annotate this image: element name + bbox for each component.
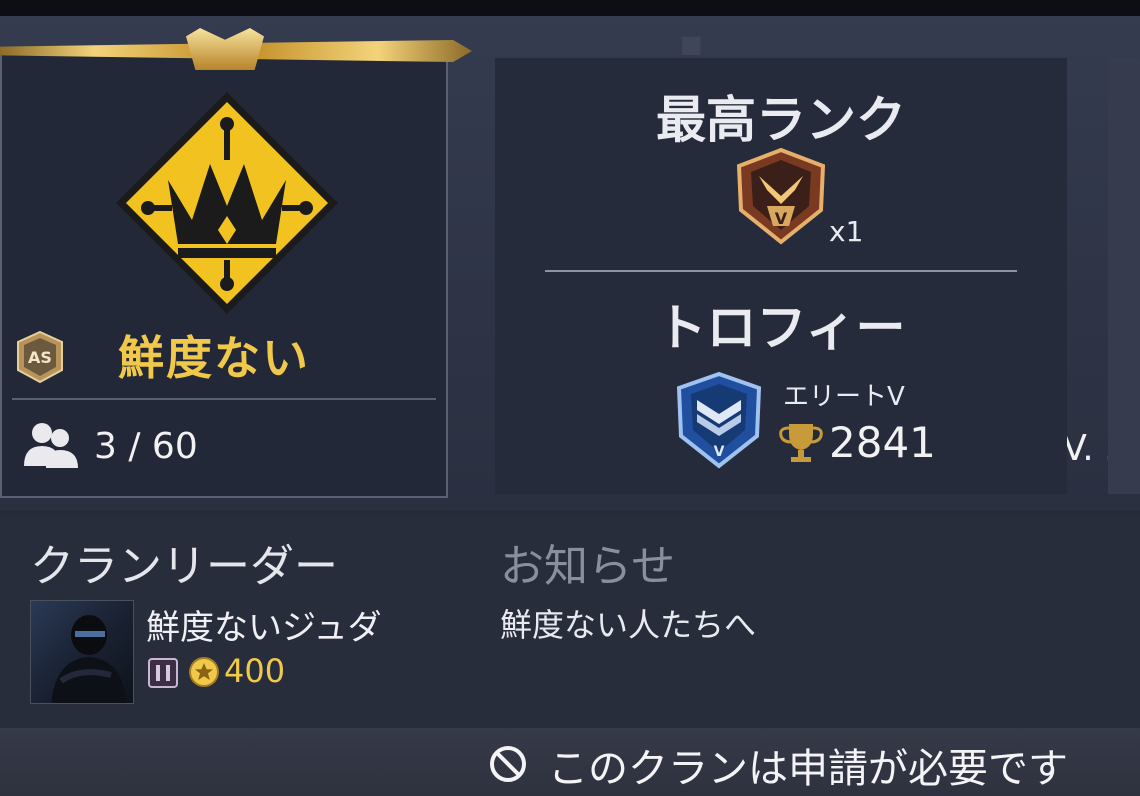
as-rank-badge-icon: AS [17, 330, 63, 384]
clan-name: 鮮度ない [118, 331, 310, 385]
notice-heading: お知らせ [500, 541, 676, 592]
member-count: 3 / 60 [94, 426, 198, 467]
coin-icon [189, 657, 219, 687]
leader-rank-icon [148, 658, 178, 688]
notice-text: 鮮度ない人たちへ [500, 606, 757, 644]
leader-heading: クランリーダー [30, 541, 338, 592]
highest-rank-title: 最高ランク [656, 91, 906, 149]
members-icon [24, 423, 78, 468]
svg-text:V: V [714, 444, 725, 460]
highest-rank-count: x1 [829, 215, 864, 248]
divider [545, 270, 1017, 272]
highest-rank-badge-icon: V [736, 147, 826, 245]
leader-portrait-icon [51, 615, 127, 703]
divider [12, 398, 436, 400]
leader-points: 400 [224, 652, 286, 690]
prohibited-icon [490, 746, 526, 782]
trophy-tier-label: エリートV [783, 382, 905, 412]
svg-text:AS: AS [28, 348, 52, 367]
rank-panel: 最高ランク V x1 トロフィー V エリートV 2841 [495, 58, 1067, 494]
trophy-cup-icon [779, 424, 823, 462]
side-panel-edge [1108, 58, 1140, 494]
trophy-title: トロフィー [656, 299, 906, 357]
svg-text:V: V [775, 209, 788, 228]
clan-crown-emblem-icon [116, 92, 338, 314]
elite-rank-badge-icon: V [676, 371, 762, 469]
trophy-count: 2841 [829, 418, 936, 467]
application-required-notice: このクランは申請が必要です [548, 746, 1068, 792]
leader-name: 鮮度ないジュダ [146, 608, 382, 648]
background-ghost-text: ■ [680, 30, 703, 58]
leader-avatar[interactable] [30, 600, 134, 704]
